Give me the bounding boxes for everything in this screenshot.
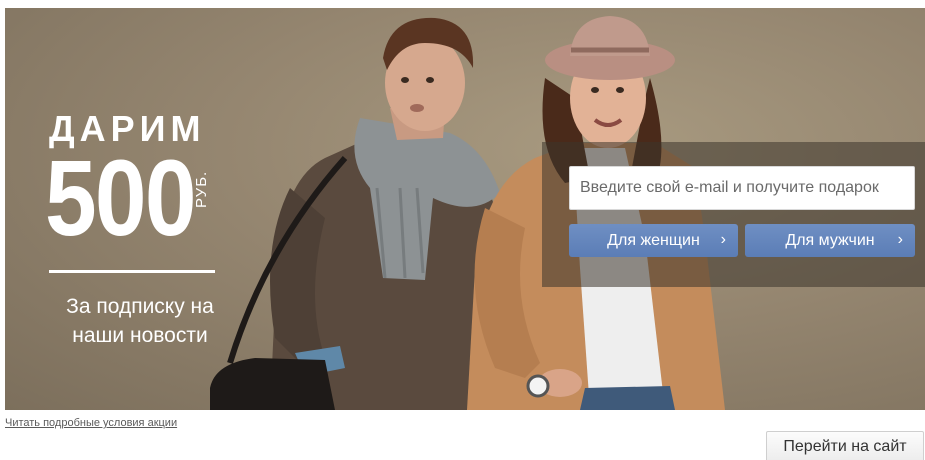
promo-currency: РУБ. [193, 170, 210, 208]
men-button[interactable]: Для мужчин › [745, 224, 915, 257]
promo-page: ДАРИМ 500 РУБ. За подписку на наши новос… [0, 0, 925, 460]
chevron-right-icon: › [897, 231, 903, 248]
promo-subline-2: наши новости [72, 324, 208, 347]
women-button-label: Для женщин [607, 231, 700, 249]
promo-divider [49, 270, 215, 273]
promo-amount: 500 [45, 137, 197, 258]
go-to-site-button[interactable]: Перейти на сайт [766, 431, 924, 460]
email-input[interactable] [569, 166, 915, 210]
promo-banner: ДАРИМ 500 РУБ. За подписку на наши новос… [5, 8, 925, 410]
men-button-label: Для мужчин [785, 231, 875, 249]
women-button[interactable]: Для женщин › [569, 224, 738, 257]
promo-subline-1: За подписку на [66, 295, 214, 318]
promo-text-block: ДАРИМ 500 РУБ. За подписку на наши новос… [5, 8, 255, 410]
terms-link[interactable]: Читать подробные условия акции [5, 417, 177, 429]
chevron-right-icon: › [720, 231, 726, 248]
subscribe-form-panel: Для женщин › Для мужчин › [542, 142, 925, 287]
